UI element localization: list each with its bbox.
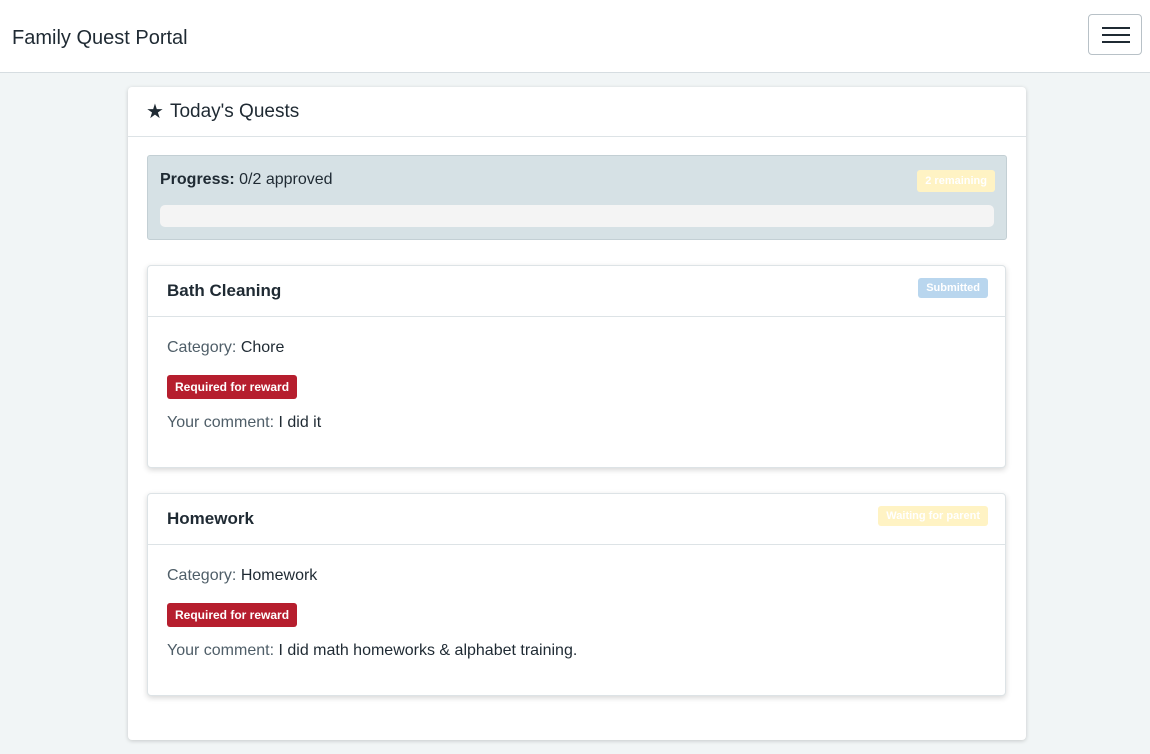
category-value: Chore <box>240 339 285 356</box>
comment-label: Your comment: <box>167 642 275 659</box>
quest-card[interactable]: Homework Waiting for parent Category: Ho… <box>147 493 1006 696</box>
quest-card-header: Homework Waiting for parent <box>148 494 1005 545</box>
hamburger-menu-button[interactable] <box>1088 14 1142 55</box>
quest-title: Bath Cleaning <box>167 281 282 300</box>
app-title[interactable]: Family Quest Portal <box>12 27 188 50</box>
quest-title: Homework <box>167 509 254 528</box>
navbar: Family Quest Portal <box>0 0 1150 73</box>
quest-card-header: Bath Cleaning Submitted <box>148 266 1005 317</box>
quest-category-row: Category: Chore <box>167 339 284 357</box>
comment-value: I did it <box>278 414 322 431</box>
menu-icon-bar <box>1102 27 1130 29</box>
quest-comment-row: Your comment: I did it <box>167 414 321 432</box>
menu-icon-bar <box>1102 41 1130 43</box>
required-badge: Required for reward <box>167 603 298 627</box>
category-label: Category: <box>167 567 237 584</box>
panel-title: Today's Quests <box>169 100 300 122</box>
progress-value: 0/2 approved <box>239 171 333 188</box>
panel-header: ★ Today's Quests <box>128 87 1026 137</box>
status-badge: Submitted <box>918 278 988 298</box>
progress-label: Progress: <box>160 171 235 188</box>
status-badge: Waiting for parent <box>878 506 988 526</box>
category-value: Homework <box>240 567 318 584</box>
required-badge: Required for reward <box>167 375 298 399</box>
progress-label-row: Progress: 0/2 approved <box>160 171 333 189</box>
menu-icon-bar <box>1102 34 1130 36</box>
quest-category-row: Category: Homework <box>167 567 317 585</box>
category-label: Category: <box>167 339 237 356</box>
remaining-badge: 2 remaining <box>917 170 995 192</box>
progress-summary: Progress: 0/2 approved 2 remaining <box>147 155 1007 240</box>
todays-quests-panel: ★ Today's Quests Progress: 0/2 approved … <box>128 87 1026 740</box>
progress-bar <box>160 205 994 227</box>
comment-label: Your comment: <box>167 414 275 431</box>
comment-value: I did math homeworks & alphabet training… <box>278 642 578 659</box>
quest-comment-row: Your comment: I did math homeworks & alp… <box>167 642 577 660</box>
star-icon: ★ <box>146 101 164 123</box>
quest-card[interactable]: Bath Cleaning Submitted Category: Chore … <box>147 265 1006 468</box>
